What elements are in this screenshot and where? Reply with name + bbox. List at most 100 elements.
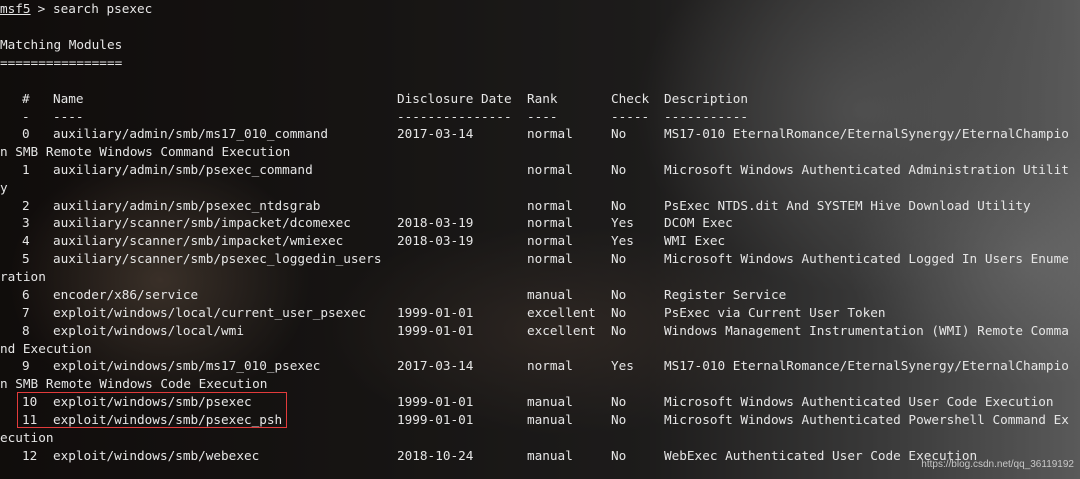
section-title: Matching Modules (0, 37, 123, 52)
row-num: 2 (22, 198, 30, 213)
row-name: auxiliary/scanner/smb/psexec_loggedin_us… (53, 251, 382, 266)
row-num: 3 (22, 215, 30, 230)
row-check: Yes (611, 358, 634, 373)
row-rank: manual (527, 412, 573, 427)
table-row[interactable]: 6 encoder/x86/service manual No Register… (0, 286, 786, 304)
row-description: DCOM Exec (664, 215, 733, 230)
section-underline: ================ (0, 55, 123, 70)
row-name: auxiliary/scanner/smb/impacket/dcomexec (53, 215, 351, 230)
row-description: PsExec NTDS.dit And SYSTEM Hive Download… (664, 198, 1031, 213)
row-date: 1999-01-01 (397, 394, 474, 409)
row-date: 2018-03-19 (397, 233, 474, 248)
row-rank: excellent (527, 305, 596, 320)
row-date: 2018-03-19 (397, 215, 474, 230)
row-check: No (611, 287, 627, 302)
row-num: 4 (22, 233, 30, 248)
table-row[interactable]: 12 exploit/windows/smb/webexec 2018-10-2… (0, 447, 977, 465)
table-row[interactable]: 7 exploit/windows/local/current_user_pse… (0, 304, 886, 322)
row-date: 1999-01-01 (397, 305, 474, 320)
row-name: exploit/windows/local/wmi (53, 323, 244, 338)
row-date: 1999-01-01 (397, 323, 474, 338)
row-name: exploit/windows/smb/webexec (53, 448, 260, 463)
prompt-command: search psexec (53, 1, 153, 16)
terminal-window[interactable]: msf5 > search psexec Matching Modules ==… (0, 0, 1080, 479)
row-description-wrap: n SMB Remote Windows Code Execution (0, 376, 268, 391)
row-check: No (611, 126, 627, 141)
row-check: Yes (611, 233, 634, 248)
row-name: exploit/windows/local/current_user_psexe… (53, 305, 367, 320)
row-rank: manual (527, 394, 573, 409)
row-check: No (611, 251, 627, 266)
row-date: 2018-10-24 (397, 448, 474, 463)
header-description: Description (664, 91, 749, 106)
row-rank: manual (527, 287, 573, 302)
row-num: 6 (22, 287, 30, 302)
row-rank: normal (527, 126, 573, 141)
row-check: Yes (611, 215, 634, 230)
row-num: 0 (22, 126, 30, 141)
row-check: No (611, 305, 627, 320)
row-description: Microsoft Windows Authenticated Administ… (664, 162, 1069, 177)
row-name: exploit/windows/smb/ms17_010_psexec (53, 358, 321, 373)
table-row[interactable]: 0 auxiliary/admin/smb/ms17_010_command 2… (0, 125, 1069, 143)
row-description-wrap: ration (0, 269, 46, 284)
row-description: Microsoft Windows Authenticated Logged I… (664, 251, 1069, 266)
row-date: 2017-03-14 (397, 358, 474, 373)
header-num: # (22, 91, 30, 106)
row-num: 8 (22, 323, 30, 338)
row-check: No (611, 162, 627, 177)
row-rank: excellent (527, 323, 596, 338)
row-description: PsExec via Current User Token (664, 305, 886, 320)
row-description: WMI Exec (664, 233, 726, 248)
row-check: No (611, 448, 627, 463)
table-row[interactable]: 5 auxiliary/scanner/smb/psexec_loggedin_… (0, 250, 1069, 268)
row-description: Register Service (664, 287, 787, 302)
row-rank: normal (527, 215, 573, 230)
row-description: MS17-010 EternalRomance/EternalSynergy/E… (664, 358, 1069, 373)
row-name: auxiliary/scanner/smb/impacket/wmiexec (53, 233, 344, 248)
row-check: No (611, 323, 627, 338)
row-check: No (611, 198, 627, 213)
row-num: 9 (22, 358, 30, 373)
row-check: No (611, 394, 627, 409)
row-rank: normal (527, 251, 573, 266)
row-description-wrap: ecution (0, 430, 54, 445)
row-num: 1 (22, 162, 30, 177)
separator-rank: ---- (527, 109, 558, 124)
table-row[interactable]: 8 exploit/windows/local/wmi 1999-01-01 e… (0, 322, 1069, 340)
row-rank: normal (527, 198, 573, 213)
row-rank: normal (527, 233, 573, 248)
table-row[interactable]: 2 auxiliary/admin/smb/psexec_ntdsgrab no… (0, 197, 1031, 215)
table-row[interactable]: 1 auxiliary/admin/smb/psexec_command nor… (0, 161, 1069, 179)
row-description-wrap: nd Execution (0, 341, 92, 356)
row-name: auxiliary/admin/smb/ms17_010_command (53, 126, 328, 141)
row-num: 7 (22, 305, 30, 320)
row-description-wrap: y (0, 180, 8, 195)
row-name: auxiliary/admin/smb/psexec_command (53, 162, 313, 177)
header-name: Name (53, 91, 84, 106)
row-num: 5 (22, 251, 30, 266)
row-description: Windows Management Instrumentation (WMI)… (664, 323, 1069, 338)
header-check: Check (611, 91, 650, 106)
table-separator: - ---- --------------- ---- ----- ------… (0, 108, 748, 126)
prompt-line: msf5 > search psexec (0, 0, 152, 18)
row-description: Microsoft Windows Authenticated User Cod… (664, 394, 1054, 409)
highlight-box (17, 392, 287, 428)
header-date: Disclosure Date (397, 91, 512, 106)
table-row[interactable]: 4 auxiliary/scanner/smb/impacket/wmiexec… (0, 232, 725, 250)
separator-num: - (22, 109, 30, 124)
header-rank: Rank (527, 91, 558, 106)
separator-name: ---- (53, 109, 84, 124)
row-num: 12 (22, 448, 38, 463)
prompt-app: msf5 (0, 1, 31, 16)
table-row[interactable]: 3 auxiliary/scanner/smb/impacket/dcomexe… (0, 214, 733, 232)
row-check: No (611, 412, 627, 427)
separator-check: ----- (611, 109, 650, 124)
table-row[interactable]: 9 exploit/windows/smb/ms17_010_psexec 20… (0, 357, 1069, 375)
table-header: # Name Disclosure Date Rank Check Descri… (0, 90, 748, 108)
row-date: 2017-03-14 (397, 126, 474, 141)
row-description-wrap: n SMB Remote Windows Command Execution (0, 144, 291, 159)
separator-date: --------------- (397, 109, 512, 124)
row-name: auxiliary/admin/smb/psexec_ntdsgrab (53, 198, 321, 213)
row-description: Microsoft Windows Authenticated Powershe… (664, 412, 1069, 427)
